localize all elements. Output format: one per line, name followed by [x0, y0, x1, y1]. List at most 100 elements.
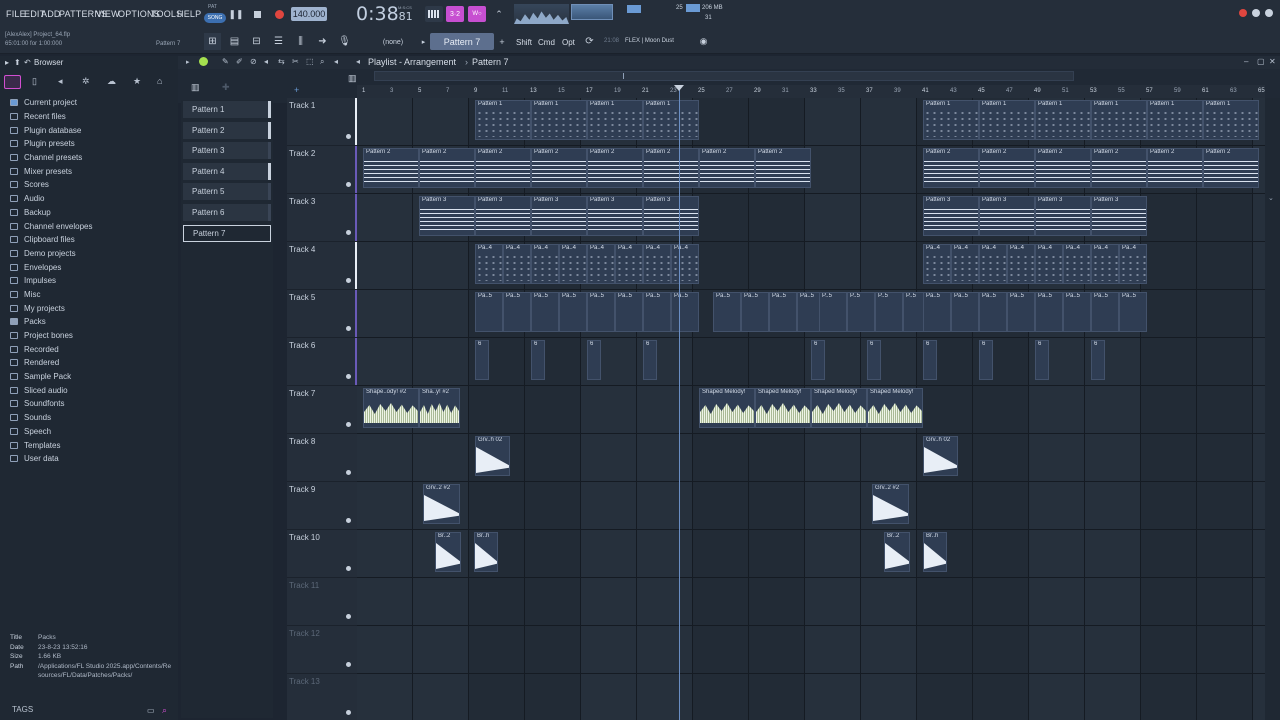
timeline-ruler[interactable]: 1 3 5 7 9 11 13 15 17 19 21 23 25 27 29 31 33 35 37 39 41 43 4…	[357, 85, 1265, 98]
track-enable-icon[interactable]	[346, 710, 351, 715]
pattern-clip[interactable]: Pattern 2	[1091, 148, 1147, 188]
pattern-clip[interactable]: Grv..2 #2	[423, 484, 460, 524]
tag-folder-icon[interactable]: ▭	[147, 706, 155, 715]
browser-files-icon[interactable]: ▯	[32, 76, 37, 87]
track-enable-icon[interactable]	[346, 278, 351, 283]
browser-item[interactable]: Sliced audio	[10, 383, 175, 397]
playlist-minimize-icon[interactable]: –	[1244, 57, 1248, 66]
pattern-clip[interactable]: P..5	[819, 292, 847, 332]
pattern-clip[interactable]: Pattern 1	[923, 100, 979, 140]
track-enable-icon[interactable]	[346, 374, 351, 379]
wait-button[interactable]: W○	[468, 6, 486, 22]
pattern-clip[interactable]: 6	[475, 340, 489, 380]
select-tool-icon[interactable]: ⬚	[306, 57, 314, 66]
pattern-clip[interactable]: Pa..4	[951, 244, 979, 284]
browser-item[interactable]: Soundfonts	[10, 397, 175, 411]
online-news-button[interactable]: ◉	[697, 35, 710, 48]
pattern-clip[interactable]: Pattern 2	[923, 148, 979, 188]
pat-song-toggle[interactable]: PAT SONG	[203, 4, 226, 26]
add-pattern-button[interactable]: +	[495, 33, 509, 50]
browser-item[interactable]: Audio	[10, 192, 175, 206]
pattern-clip[interactable]: 6	[979, 340, 993, 380]
mute-tool-icon[interactable]: ◂	[264, 57, 268, 66]
add-track-icon[interactable]: +	[294, 85, 299, 95]
browser-options-icon[interactable]: ▸	[5, 58, 9, 67]
piano-roll-button[interactable]: ⊟	[248, 33, 265, 50]
pattern-clip[interactable]: 6	[531, 340, 545, 380]
track-enable-icon[interactable]	[346, 518, 351, 523]
browser-item[interactable]: Recorded	[10, 342, 175, 356]
menu-help[interactable]: HELP	[177, 9, 201, 19]
pattern-clip[interactable]: Pa..4	[587, 244, 615, 284]
pattern-clip[interactable]: Pa..5	[615, 292, 643, 332]
slip-tool-icon[interactable]: ⇆	[278, 57, 285, 66]
browser-item[interactable]: Speech	[10, 425, 175, 439]
pattern-item[interactable]: Pattern 1	[183, 101, 271, 118]
pattern-picker-icon[interactable]: ▥	[191, 82, 200, 93]
pattern-clip[interactable]: Pattern 1	[587, 100, 643, 140]
track-enable-icon[interactable]	[346, 662, 351, 667]
pattern-clip[interactable]: Pa..4	[503, 244, 531, 284]
preset-select[interactable]: (none)	[368, 36, 418, 48]
pattern-clip[interactable]: Pattern 1	[531, 100, 587, 140]
browser-item[interactable]: Project bones	[10, 329, 175, 343]
pattern-clip[interactable]: Pa..5	[1035, 292, 1063, 332]
snap-icon[interactable]	[199, 57, 208, 66]
channel-rack-button[interactable]: ▤	[226, 33, 243, 50]
pattern-clip[interactable]: Pattern 3	[475, 196, 531, 236]
playlist-maximize-icon[interactable]: ▢	[1257, 57, 1265, 66]
pattern-clip[interactable]: Pa..5	[713, 292, 741, 332]
pattern-clip[interactable]: 6	[867, 340, 881, 380]
cmd-key[interactable]: Cmd	[538, 38, 555, 47]
browser-item[interactable]: Rendered	[10, 356, 175, 370]
pattern-item[interactable]: Pattern 6	[183, 204, 271, 221]
browser-star-icon[interactable]: ★	[133, 76, 141, 87]
pattern-clip[interactable]: Pattern 3	[1035, 196, 1091, 236]
track-header[interactable]: Track 8	[287, 434, 357, 482]
zoom-tool-icon[interactable]: ⌕	[320, 57, 324, 67]
pattern-clip[interactable]: Pattern 2	[979, 148, 1035, 188]
play-pause-button[interactable]: ❚❚	[228, 7, 243, 21]
pattern-clip[interactable]: Pa..4	[559, 244, 587, 284]
horizontal-scrollbar[interactable]	[374, 71, 1074, 81]
track-enable-icon[interactable]	[346, 326, 351, 331]
pattern-item[interactable]: Pattern 2	[183, 122, 271, 139]
minimize-window-icon[interactable]	[1252, 9, 1260, 17]
browser-item[interactable]: Sounds	[10, 411, 175, 425]
track-header[interactable]: Track 1	[287, 98, 360, 146]
pattern-clip[interactable]: Pattern 2	[755, 148, 811, 188]
opt-key[interactable]: Opt	[562, 38, 575, 47]
pattern-clip[interactable]: Pattern 3	[643, 196, 699, 236]
browser-item[interactable]: Sample Pack	[10, 370, 175, 384]
browser-item[interactable]: Mixer presets	[10, 164, 175, 178]
playhead[interactable]	[674, 85, 684, 720]
maximize-window-icon[interactable]	[1265, 9, 1273, 17]
pattern-clip[interactable]: Pa..5	[531, 292, 559, 332]
pattern-clip[interactable]: Pa..5	[951, 292, 979, 332]
track-header[interactable]: Track 11	[287, 578, 357, 626]
pattern-clip[interactable]: Pa..5	[503, 292, 531, 332]
pattern-clip[interactable]: Pa..4	[1007, 244, 1035, 284]
pattern-clip[interactable]: Pa..4	[1035, 244, 1063, 284]
draw-tool-icon[interactable]: ✎	[222, 57, 229, 66]
browser-item[interactable]: Backup	[10, 206, 175, 220]
pattern-item[interactable]: Pattern 3	[183, 142, 271, 159]
pattern-clip[interactable]: Pattern 1	[643, 100, 699, 140]
pattern-clip[interactable]: P..5	[875, 292, 903, 332]
pattern-clip[interactable]: Pa..5	[769, 292, 797, 332]
pattern-clip[interactable]: Grv..h 02	[475, 436, 510, 476]
mixer-button[interactable]: ⊞	[204, 33, 221, 50]
pattern-clip[interactable]: Pa..5	[475, 292, 503, 332]
playlist-arrow-icon[interactable]: ◂	[356, 57, 360, 66]
track-header[interactable]: Track 13	[287, 674, 357, 720]
slice-tool-icon[interactable]: ✂	[292, 57, 299, 66]
vertical-scrollbar[interactable]: ⌄	[1265, 98, 1280, 720]
browser-item[interactable]: Plugin database	[10, 123, 175, 137]
pattern-item[interactable]: Pattern 5	[183, 183, 271, 200]
track-enable-icon[interactable]	[346, 470, 351, 475]
track-header[interactable]: Track 9	[287, 482, 357, 530]
tags-label[interactable]: TAGS	[12, 705, 33, 714]
pattern-clip[interactable]: 6	[811, 340, 825, 380]
pattern-clip[interactable]: Pa..4	[1063, 244, 1091, 284]
pattern-clip[interactable]: 6	[923, 340, 937, 380]
